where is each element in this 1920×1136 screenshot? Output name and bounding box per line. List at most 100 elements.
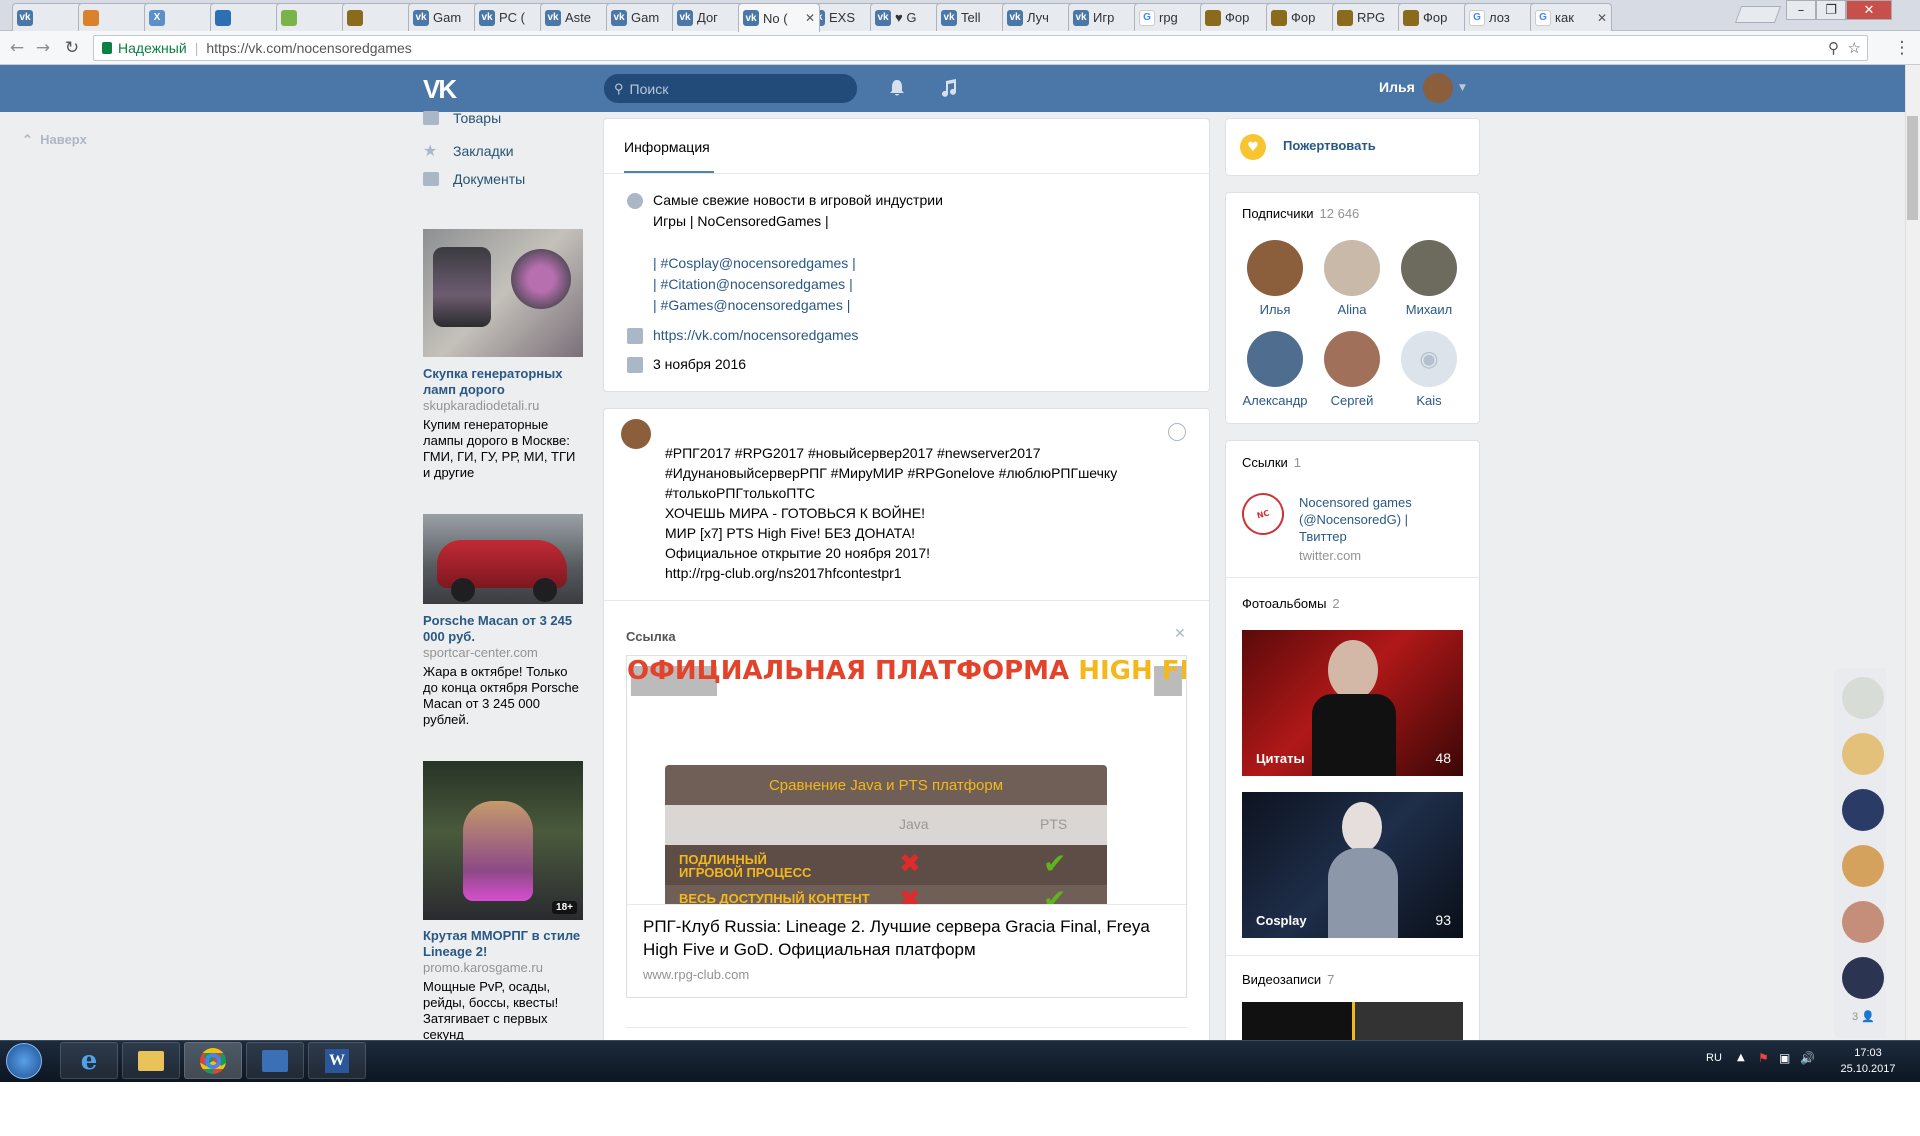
search-input[interactable]: ⚲ Поиск	[604, 74, 857, 103]
ad-image[interactable]: 18+	[423, 761, 583, 920]
zoom-icon[interactable]: ⚲	[1828, 39, 1839, 57]
maximize-button[interactable]: ❐	[1816, 0, 1846, 20]
character-shape	[463, 801, 533, 901]
desc-link[interactable]: | #Cosplay@nocensoredgames |	[653, 253, 856, 274]
videos-header[interactable]: Видеозаписи 7	[1242, 972, 1334, 987]
cross-icon: ✖	[899, 849, 921, 879]
close-window-button[interactable]: ✕	[1846, 0, 1892, 20]
ad-block[interactable]: Скупка генераторных ламп дорого skupkara…	[423, 366, 583, 481]
ad-title[interactable]: Porsche Macan от 3 245 000 руб.	[423, 613, 583, 645]
nav-item-documents[interactable]: Документы	[423, 171, 525, 187]
desc-link[interactable]: | #Games@nocensoredgames |	[653, 295, 850, 316]
url-field[interactable]: Надежный | https://vk.com/nocensoredgame…	[93, 35, 1868, 61]
chevron-down-icon[interactable]: ▼	[1459, 83, 1466, 93]
table-title: Сравнение Java и PTS платформ	[768, 776, 1004, 794]
flag-icon[interactable]: ⚑	[1758, 1051, 1769, 1065]
tab-close-icon[interactable]: ✕	[805, 11, 815, 25]
tray-up-arrow-icon[interactable]: ▲	[1737, 1052, 1745, 1063]
albums-header[interactable]: Фотоальбомы 2	[1242, 596, 1340, 611]
ad-image[interactable]	[423, 514, 583, 604]
subscriber-name: Alina	[1337, 302, 1367, 317]
desc-link[interactable]: | #Citation@nocensoredgames |	[653, 274, 853, 295]
link-name[interactable]: Nocensored games (@NocensoredG) | Твитте…	[1299, 494, 1449, 545]
tab-close-icon[interactable]: ✕	[1597, 11, 1607, 25]
chat-avatar[interactable]	[1842, 901, 1884, 943]
taskbar-chrome[interactable]	[184, 1042, 242, 1079]
subscriber[interactable]: Михаил	[1391, 240, 1467, 317]
scrollbar-thumb[interactable]	[1907, 116, 1918, 220]
subscriber[interactable]: Александр	[1237, 331, 1313, 408]
post-line: http://rpg-club.org/ns2017hfcontestpr1	[665, 565, 902, 581]
attachment-label: Ссылка	[626, 629, 676, 644]
table-header-row: Java PTS	[665, 805, 1107, 845]
ad-block[interactable]: Крутая ММОРПГ в стиле Lineage 2! promo.k…	[423, 928, 583, 1040]
chat-avatar[interactable]	[1842, 677, 1884, 719]
donate-label[interactable]: Пожертвовать	[1283, 138, 1376, 153]
menu-icon[interactable]: ⋮	[1891, 37, 1913, 59]
video-thumb[interactable]	[1242, 1002, 1463, 1040]
bell-icon[interactable]	[889, 79, 905, 97]
album-figure	[1328, 640, 1378, 700]
language-indicator[interactable]: RU	[1706, 1052, 1722, 1064]
vk-logo[interactable]: VK	[423, 74, 457, 105]
links-header[interactable]: Ссылки 1	[1242, 455, 1301, 470]
ad-title[interactable]: Крутая ММОРПГ в стиле Lineage 2!	[423, 928, 583, 960]
taskbar-word[interactable]: W	[308, 1042, 366, 1079]
column-java: Java	[899, 816, 929, 832]
back-icon[interactable]: ←	[6, 37, 28, 59]
chat-avatar[interactable]	[1842, 957, 1884, 999]
ad-title[interactable]: Скупка генераторных ламп дорого	[423, 366, 583, 398]
vk-icon: vk	[677, 9, 693, 26]
back-to-top[interactable]: ⌃ Наверх	[22, 132, 87, 148]
folder-icon	[138, 1050, 164, 1071]
volume-icon[interactable]: 🔊	[1800, 1051, 1815, 1065]
network-icon[interactable]: ▣	[1779, 1051, 1790, 1065]
user-name[interactable]: Илья	[1379, 79, 1415, 95]
subscriber[interactable]: Илья	[1237, 240, 1313, 317]
subscriber-name: Илья	[1259, 302, 1291, 317]
album-thumb[interactable]: Cosplay 93	[1242, 792, 1463, 938]
reload-icon[interactable]: ↻	[61, 37, 83, 59]
forward-icon[interactable]: →	[32, 37, 54, 59]
link-preview-image[interactable]: ОФИЦИАЛЬНАЯ ПЛАТФОРМА HIGH FIVE Сравнени…	[627, 656, 1186, 904]
emoji-icon[interactable]	[1168, 423, 1186, 441]
link-title[interactable]: РПГ-Клуб Russia: Lineage 2. Лучшие серве…	[643, 915, 1173, 961]
clock-time: 17:03	[1854, 1047, 1882, 1059]
close-icon[interactable]: ✕	[1174, 626, 1186, 642]
vk-icon: vk	[17, 9, 33, 26]
taskbar-app[interactable]	[246, 1042, 304, 1079]
tab-title: Фор	[1225, 10, 1250, 25]
divider	[626, 1027, 1187, 1028]
browser-tab[interactable]: Gкак ✕	[1530, 3, 1612, 31]
ad-block[interactable]: Porsche Macan от 3 245 000 руб. sportcar…	[423, 613, 583, 728]
site-link[interactable]: https://vk.com/nocensoredgames	[653, 325, 858, 346]
chat-avatar[interactable]	[1842, 733, 1884, 775]
browser-tab[interactable]: vk No (✕	[738, 3, 820, 32]
start-button[interactable]	[6, 1043, 42, 1079]
nav-item-bookmarks[interactable]: ★ Закладки	[423, 141, 514, 161]
ad-image[interactable]	[423, 229, 583, 357]
taskbar-explorer[interactable]	[122, 1042, 180, 1079]
tab-info[interactable]: Информация	[624, 139, 710, 155]
post-author-avatar[interactable]	[621, 419, 651, 449]
nav-item-goods[interactable]: Товары	[423, 110, 501, 126]
subscriber[interactable]: Alina	[1314, 240, 1390, 317]
music-icon[interactable]	[940, 78, 956, 97]
chat-avatar[interactable]	[1842, 845, 1884, 887]
new-tab-button[interactable]	[1734, 6, 1782, 23]
chat-avatar[interactable]	[1842, 789, 1884, 831]
taskbar-ie[interactable]: e	[60, 1042, 118, 1079]
chat-more[interactable]: 3 👤	[1852, 1010, 1875, 1023]
subscriber[interactable]: Сергей	[1314, 331, 1390, 408]
google-icon: G	[1139, 9, 1155, 26]
album-thumb[interactable]: Цитаты 48	[1242, 630, 1463, 776]
subscriber[interactable]: ◉ Kais	[1391, 331, 1467, 408]
back-to-top-label: Наверх	[40, 132, 87, 147]
clock[interactable]: 17:03 25.10.2017	[1838, 1045, 1898, 1077]
subscribers-header[interactable]: Подписчики 12 646	[1242, 206, 1359, 221]
user-avatar[interactable]	[1423, 73, 1453, 103]
minimize-button[interactable]: –	[1786, 0, 1816, 20]
link-domain[interactable]: www.rpg-club.com	[643, 967, 749, 982]
bookmark-star-icon[interactable]: ☆	[1848, 39, 1861, 57]
subscriber-name: Kais	[1416, 393, 1442, 408]
